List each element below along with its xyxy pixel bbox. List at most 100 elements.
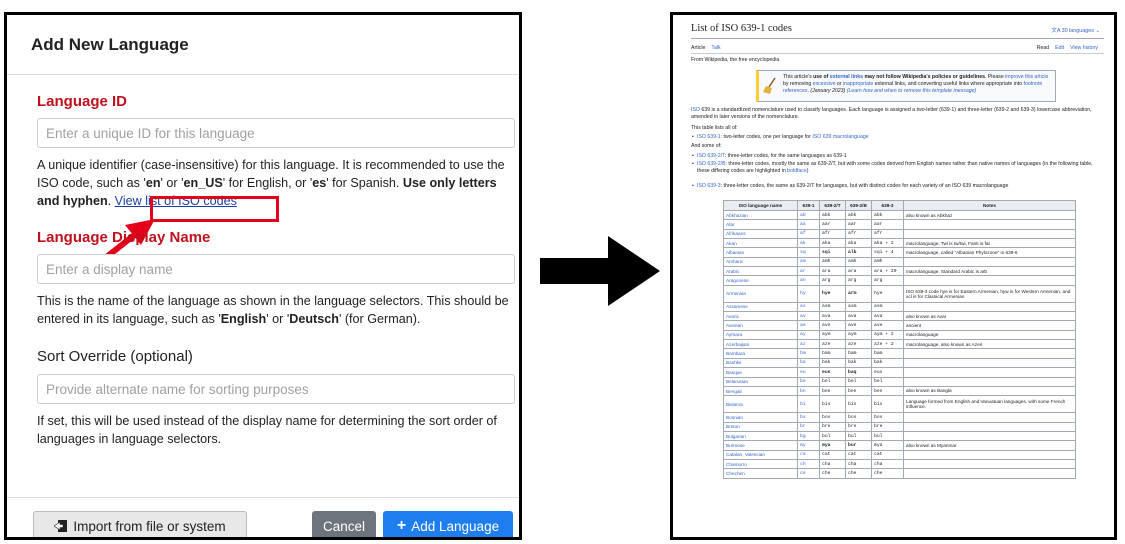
table-cell[interactable]: bm — [797, 348, 820, 359]
table-cell[interactable]: Catalan, Valencian — [723, 449, 798, 460]
display-name-help: This is the name of the language as show… — [37, 294, 509, 326]
table-cell[interactable]: ba — [797, 357, 820, 369]
table-cell[interactable]: Bulgarian — [723, 430, 798, 442]
table-cell[interactable]: Chamorro — [723, 458, 798, 470]
table-cell[interactable]: Avaric — [723, 311, 798, 322]
table-cell — [903, 421, 1076, 432]
wiki-tab-read[interactable]: Read — [1037, 45, 1049, 51]
wiki-tabs-right: Read Edit View history — [1037, 45, 1104, 51]
table-cell[interactable]: eu — [797, 367, 820, 378]
table-row: Aymara ay aym aym aym + 2 macrolanguage — [723, 329, 1076, 341]
table-cell: che — [871, 468, 904, 479]
table-row: Afar aa aar aar aar — [723, 219, 1076, 230]
table-cell: sqi + 4 — [871, 247, 904, 258]
column-header[interactable]: 639-1 — [797, 200, 820, 211]
wiki-languages-button[interactable]: 文A 30 languages ⌄ — [1051, 26, 1100, 34]
table-cell[interactable]: Albanian — [723, 247, 798, 258]
table-cell[interactable]: Azerbaijani — [723, 339, 798, 350]
table-cell[interactable]: Avestan — [723, 320, 798, 331]
table-cell[interactable]: Abkhazian — [723, 209, 798, 221]
column-header[interactable]: 639-2/T — [819, 200, 846, 211]
column-header[interactable]: 639-3 — [871, 200, 904, 211]
table-cell: bel — [819, 376, 846, 387]
table-cell[interactable]: Breton — [723, 421, 798, 432]
table-cell: macrolanguage — [903, 329, 1076, 341]
table-cell[interactable]: aa — [797, 219, 820, 230]
table-cell[interactable]: bn — [797, 385, 820, 397]
highlight-box — [150, 196, 279, 222]
wiki-tab-talk[interactable]: Talk — [711, 45, 720, 51]
table-cell[interactable]: ay — [797, 329, 820, 341]
table-cell[interactable]: ak — [797, 238, 820, 249]
table-cell — [903, 275, 1076, 286]
table-cell[interactable]: Arabic — [723, 266, 798, 277]
table-cell: Language formed from English and Vanuatu… — [903, 395, 1076, 414]
table-cell: alb — [845, 247, 872, 258]
table-cell[interactable]: Armenian — [723, 284, 798, 303]
table-cell[interactable]: as — [797, 301, 820, 313]
table-cell[interactable]: Belarusian — [723, 376, 798, 387]
table-cell[interactable]: br — [797, 421, 820, 432]
table-cell[interactable]: ch — [797, 458, 820, 470]
column-header[interactable]: 639-2/B — [845, 200, 872, 211]
table-cell[interactable]: ab — [797, 209, 820, 221]
cancel-button[interactable]: Cancel — [312, 511, 376, 537]
sort-override-heading: Sort Override (optional) — [37, 348, 193, 365]
header-divider — [7, 74, 519, 75]
table-cell[interactable]: am — [797, 256, 820, 268]
table-cell[interactable]: be — [797, 376, 820, 387]
add-language-dialog: Add New Language Language ID A unique id… — [4, 12, 522, 540]
table-cell[interactable]: ce — [797, 468, 820, 479]
table-cell[interactable]: bi — [797, 395, 820, 414]
wiki-tab-history[interactable]: View history — [1070, 45, 1098, 51]
table-row: Bislama bi bis bis bis Language formed from E… — [723, 395, 1076, 414]
table-cell[interactable]: ca — [797, 449, 820, 460]
wiki-notice-text: This article's use of external links may… — [783, 74, 1049, 94]
add-language-button[interactable]: + Add Language — [383, 511, 513, 537]
table-cell: cha — [819, 458, 846, 470]
table-cell[interactable]: ae — [797, 320, 820, 331]
table-cell: hye — [871, 284, 904, 303]
table-cell[interactable]: sq — [797, 247, 820, 258]
add-language-button-label: Add Language — [411, 518, 500, 534]
table-cell[interactable]: Assamese — [723, 301, 798, 313]
wiki-list-all: This table lists all of: — [691, 125, 738, 131]
table-cell[interactable]: bs — [797, 412, 820, 423]
table-cell — [903, 301, 1076, 313]
table-cell: aka + 2 — [871, 238, 904, 249]
table-cell[interactable]: af — [797, 228, 820, 240]
table-cell[interactable]: az — [797, 339, 820, 350]
table-cell — [903, 458, 1076, 470]
table-row: Bengali bn ben ben ben also known as Bangla — [723, 385, 1076, 397]
table-cell[interactable]: Bashkir — [723, 357, 798, 369]
table-cell[interactable]: my — [797, 440, 820, 451]
table-cell[interactable]: ar — [797, 266, 820, 277]
column-header[interactable]: ISO language name — [723, 200, 798, 211]
table-cell[interactable]: Basque — [723, 367, 798, 378]
table-cell[interactable]: an — [797, 275, 820, 286]
table-cell — [903, 256, 1076, 268]
table-cell[interactable]: Burmese — [723, 440, 798, 451]
table-cell[interactable]: av — [797, 311, 820, 322]
table-cell[interactable]: bg — [797, 430, 820, 442]
wiki-tab-article[interactable]: Article — [691, 45, 705, 51]
table-cell: abk — [819, 209, 846, 221]
table-cell[interactable]: Bambara — [723, 348, 798, 359]
import-button[interactable]: Import from file or system — [33, 511, 247, 537]
language-id-input[interactable] — [37, 118, 515, 148]
display-name-input[interactable] — [37, 254, 515, 284]
table-cell[interactable]: Amharic — [723, 256, 798, 268]
table-cell[interactable]: Akan — [723, 238, 798, 249]
table-cell[interactable]: Aragonese — [723, 275, 798, 286]
table-cell[interactable]: Chechen — [723, 468, 798, 479]
table-cell[interactable]: Afrikaans — [723, 228, 798, 240]
table-cell[interactable]: Afar — [723, 219, 798, 230]
table-cell[interactable]: Bislama — [723, 395, 798, 414]
table-cell[interactable]: Bengali — [723, 385, 798, 397]
table-cell[interactable]: Aymara — [723, 329, 798, 341]
wiki-tab-edit[interactable]: Edit — [1055, 45, 1064, 51]
sort-override-input[interactable] — [37, 374, 515, 404]
table-cell[interactable]: Bosnian — [723, 412, 798, 423]
table-cell[interactable]: hy — [797, 284, 820, 303]
column-header[interactable]: Notes — [903, 200, 1076, 211]
